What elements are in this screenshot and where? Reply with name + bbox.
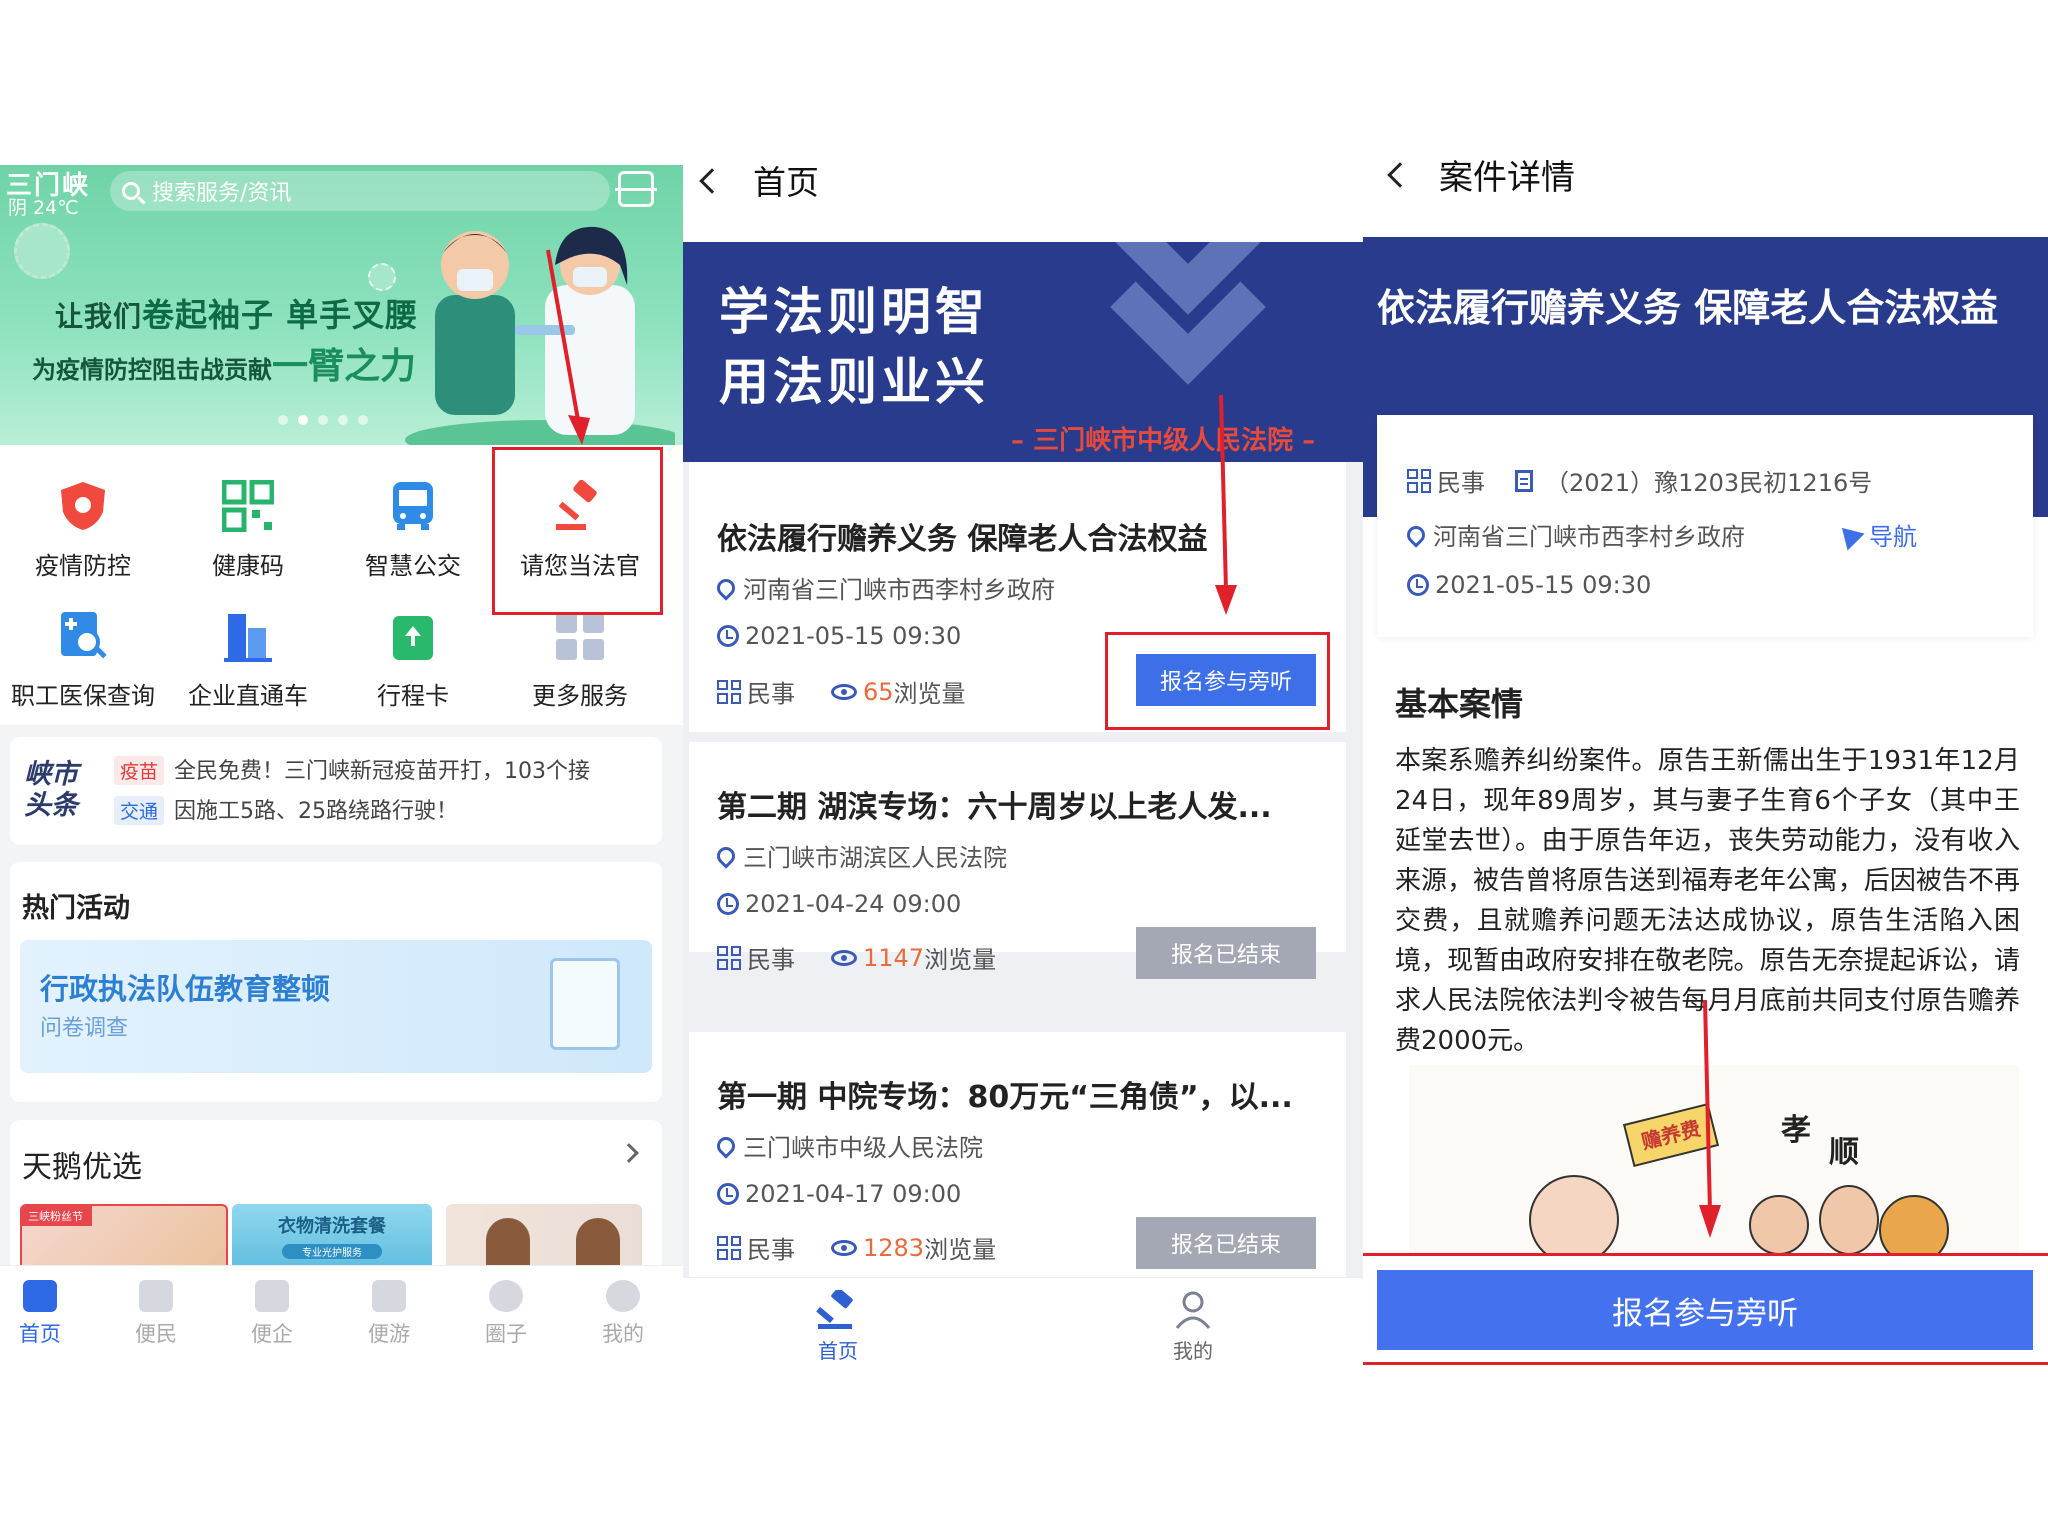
panel-home-app: 三门峡 阴 24℃ 搜索服务/资讯 让我们卷起袖子 单手叉腰 为疫情防控阻击战贡… [0, 0, 683, 1534]
activity-subtitle: 问卷调查 [40, 1016, 129, 1041]
tab-convenience[interactable]: 便民 [116, 1280, 196, 1348]
clock-icon [717, 893, 739, 915]
tab-home[interactable]: 首页 [798, 1287, 878, 1364]
service-itinerary-card[interactable]: 行程卡 [333, 610, 493, 711]
eye-icon [831, 949, 857, 966]
home-icon [23, 1280, 57, 1312]
thumb-title: 衣物清洗套餐 [278, 1216, 386, 1237]
news-item[interactable]: 疫苗 全民免费！三门峡新冠疫苗开打，103个接 [114, 753, 590, 785]
news-logo: 峡市头条 [24, 759, 78, 821]
panel-case-detail: 案件详情 依法履行赡养义务 保障老人合法权益 民事 （2021）豫1203民初1… [1363, 0, 2048, 1534]
user-icon [1175, 1291, 1211, 1329]
clipboard-icon [550, 958, 620, 1050]
trial-time: 2021-04-17 09:00 [717, 1180, 961, 1208]
trial-time: 2021-04-24 09:00 [717, 890, 961, 918]
activity-title: 行政执法队伍教育整顿 [40, 972, 331, 1006]
service-label: 智慧公交 [365, 552, 461, 580]
service-label: 行程卡 [377, 682, 449, 710]
bottom-tab-bar: 首页 便民 便企 便游 圈子 我的 [0, 1265, 683, 1365]
building-icon [255, 1280, 289, 1312]
building-icon [222, 610, 274, 662]
news-tag: 交通 [114, 796, 165, 825]
tab-mine[interactable]: 我的 [583, 1280, 663, 1348]
category-icon [717, 945, 741, 970]
heart-icon [139, 1280, 173, 1312]
thumb-tag: 三峡粉丝节 [22, 1206, 92, 1226]
trial-card[interactable]: 第一期 中院专场：80万元“三角债”，以... 三门峡市中级人民法院 2021-… [689, 1032, 1346, 1277]
activity-card[interactable]: 行政执法队伍教育整顿 问卷调查 [20, 940, 652, 1073]
trial-meta: 民事 1147 浏览量 [717, 940, 996, 975]
tab-home[interactable]: 首页 [0, 1280, 80, 1348]
service-label: 更多服务 [532, 682, 628, 710]
service-label: 职工医保查询 [11, 682, 155, 710]
service-enterprise[interactable]: 企业直通车 [168, 610, 328, 711]
service-label: 企业直通车 [188, 682, 308, 710]
hot-activities: 热门活动 行政执法队伍教育整顿 问卷调查 [10, 862, 662, 1102]
trial-location: 三门峡市湖滨区人民法院 [713, 838, 1007, 873]
service-medical-insurance[interactable]: 职工医保查询 [3, 610, 163, 711]
tab-enterprise[interactable]: 便企 [232, 1280, 312, 1348]
tab-mine[interactable]: 我的 [1153, 1290, 1233, 1364]
user-icon [606, 1280, 640, 1312]
eye-icon [831, 1239, 857, 1256]
section-title: 热门活动 [22, 893, 130, 924]
trial-title: 第二期 湖滨专场：六十周岁以上老人发... [717, 790, 1272, 825]
tab-travel[interactable]: 便游 [349, 1280, 429, 1348]
red-arrow [1699, 999, 1721, 1238]
chat-icon [489, 1280, 523, 1312]
service-label: 疫情防控 [35, 552, 131, 580]
trial-card[interactable]: 第二期 湖滨专场：六十周岁以上老人发... 三门峡市湖滨区人民法院 2021-0… [689, 742, 1346, 979]
itinerary-card-icon [387, 610, 439, 662]
medical-search-icon [57, 610, 109, 662]
registration-ended-button[interactable]: 报名已结束 [1136, 927, 1316, 979]
red-arrow [1215, 394, 1237, 615]
service-label: 健康码 [212, 552, 284, 580]
red-arrow [546, 249, 590, 445]
news-text: 因施工5路、25路绕路行驶！ [174, 799, 459, 824]
more-grid-icon [554, 610, 606, 662]
news-text: 全民免费！三门峡新冠疫苗开打，103个接 [174, 759, 591, 784]
gavel-icon [816, 1287, 853, 1329]
bottom-tab-bar: 首页 我的 [683, 1277, 1363, 1367]
suitcase-icon [372, 1280, 406, 1312]
registration-ended-button[interactable]: 报名已结束 [1136, 1217, 1316, 1269]
location-pin-icon [713, 1132, 739, 1159]
tab-label: 首页 [818, 1339, 858, 1363]
thumb-subtitle: 专业光护服务 [282, 1244, 382, 1259]
trial-title: 第一期 中院专场：80万元“三角债”，以... [717, 1080, 1293, 1115]
section-title: 天鹅优选 [22, 1150, 142, 1185]
panel-judge-home: 首页 学法则明智 用法则业兴 – 三门峡市中级人民法院 – 依法履行赡养义务 保… [683, 0, 1363, 1534]
news-ticker[interactable]: 峡市头条 疫苗 全民免费！三门峡新冠疫苗开打，103个接 交通 因施工5路、25路绕… [10, 737, 662, 845]
trial-meta: 民事 1283 浏览量 [717, 1230, 996, 1265]
service-more[interactable]: 更多服务 [500, 610, 660, 711]
location-pin-icon [713, 842, 739, 869]
category-icon [717, 1235, 741, 1260]
news-tag: 疫苗 [114, 756, 165, 785]
trial-location: 三门峡市中级人民法院 [713, 1128, 983, 1163]
clock-icon [717, 1183, 739, 1205]
tab-circle[interactable]: 圈子 [466, 1280, 546, 1348]
tab-label: 我的 [1173, 1339, 1213, 1363]
news-item[interactable]: 交通 因施工5路、25路绕路行驶！ [114, 793, 458, 825]
chevron-right-icon[interactable] [619, 1143, 639, 1163]
